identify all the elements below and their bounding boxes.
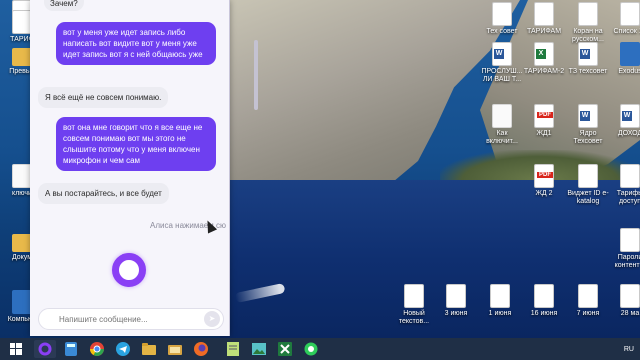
desktop-icon[interactable]: ДОХОД: [608, 104, 640, 138]
desktop-icon[interactable]: Тарифы доступ: [608, 164, 640, 206]
desktop-icon[interactable]: Тех совет: [480, 2, 524, 36]
alice-chat-panel: Зачем? вот у меня уже идет запись либо н…: [30, 0, 258, 336]
start-icon[interactable]: [2, 340, 30, 358]
doc-file-icon: [404, 284, 424, 308]
desktop-icon[interactable]: 1 июня: [478, 284, 522, 318]
language-indicator[interactable]: RU: [624, 346, 634, 353]
firefox-icon[interactable]: [190, 340, 212, 358]
doc-file-icon: [578, 2, 598, 26]
desktop-icon[interactable]: Виджет ID e-katalog: [566, 164, 610, 206]
desktop-icon-label: ЖД 2: [535, 190, 553, 197]
doc-file-icon: [620, 164, 640, 188]
desktop-icon[interactable]: 16 июня: [522, 284, 566, 318]
chat-message-partial: Зачем?: [44, 0, 84, 11]
system-tray: RU: [624, 346, 640, 353]
desktop-icon[interactable]: ТАРИФАМ-2: [522, 42, 566, 76]
desktop-icon-label: ключи: [12, 190, 32, 197]
desktop-icon[interactable]: Ядро Техсовет: [566, 104, 610, 146]
app-file-icon: [620, 42, 640, 66]
desktop-icon-label: ПРОСЛУШ... ЛИ ВАШ Т...: [481, 68, 523, 83]
white-file-icon: [492, 104, 512, 128]
desktop-icon-label: Новый текстов...: [398, 310, 430, 325]
word-file-icon: [620, 104, 640, 128]
alice-icon[interactable]: [34, 340, 56, 358]
desktop-icon-label: 28 ма: [620, 310, 640, 317]
desktop-icon-label: Как включит...: [486, 130, 518, 145]
desktop-icon[interactable]: Новый текстов...: [392, 284, 436, 326]
desktop-icon-label: Виджет ID e-katalog: [567, 190, 609, 205]
desktop-icon[interactable]: ТЗ техсовет: [566, 42, 610, 76]
doc-file-icon: [620, 284, 640, 308]
desktop-icon[interactable]: Пароли контент-с: [608, 228, 640, 270]
word-file-icon: [492, 42, 512, 66]
send-icon[interactable]: ➤: [204, 311, 220, 327]
desktop-icon[interactable]: Список 14: [608, 2, 640, 36]
chat-message-user: вот у меня уже идет запись либо написать…: [56, 22, 216, 65]
desktop-icon-label: ТЗ техсовет: [568, 68, 608, 75]
desktop-icon-label: 3 июня: [444, 310, 468, 317]
desktop-icon-label: Exodus: [618, 68, 640, 75]
doc-file-icon: [492, 2, 512, 26]
chrome-icon[interactable]: [86, 340, 108, 358]
desktop-icon-label: ТАРИФАМ-2: [523, 68, 565, 75]
desktop-icon-label: 7 июня: [576, 310, 600, 317]
message-input[interactable]: [39, 309, 194, 330]
chat-message-user: вот она мне говорит что я все еще не сов…: [56, 117, 216, 171]
desktop-icon-label: ТАРИФАМ: [526, 28, 562, 35]
notepad-icon[interactable]: [222, 340, 244, 358]
desktop-icon[interactable]: Как включит...: [480, 104, 524, 146]
alice-voice-button[interactable]: [112, 253, 146, 287]
folder-file-icon: [12, 234, 32, 252]
doc-file-icon: [578, 164, 598, 188]
excel-icon[interactable]: [274, 340, 296, 358]
desktop-icon-label: Тарифы доступ: [616, 190, 640, 205]
chat-scrollbar[interactable]: [254, 40, 258, 110]
white-file-icon: [12, 164, 32, 188]
word-file-icon: [578, 104, 598, 128]
desktop-icon-label: Тех совет: [486, 28, 518, 35]
desktop-icon-label: ЖД1: [536, 130, 552, 137]
telegram-icon[interactable]: [112, 340, 134, 358]
doc-file-icon: [534, 2, 554, 26]
app-file-icon: [12, 290, 32, 314]
desktop-icon-label: ДОХОД: [617, 130, 640, 137]
desktop-icon[interactable]: ЖД1: [522, 104, 566, 138]
desktop-icon-label: 1 июня: [488, 310, 512, 317]
image-viewer-icon[interactable]: [248, 340, 270, 358]
folder-icon[interactable]: [164, 340, 186, 358]
whatsapp-icon[interactable]: [300, 340, 322, 358]
word-file-icon: [578, 42, 598, 66]
taskbar: RU: [0, 338, 640, 360]
doc-file-icon: [490, 284, 510, 308]
doc-file-icon: [534, 284, 554, 308]
desktop-icon[interactable]: 28 ма: [608, 284, 640, 318]
desktop-icon[interactable]: ЖД 2: [522, 164, 566, 198]
doc-file-icon: [446, 284, 466, 308]
desktop-icon[interactable]: Exodus: [608, 42, 640, 76]
desktop-icon[interactable]: Коран на русском...: [566, 2, 610, 44]
desktop-icon[interactable]: ТАРИФАМ: [522, 2, 566, 36]
calculator-icon[interactable]: [60, 340, 82, 358]
desktop-icon-label: Ядро Техсовет: [573, 130, 603, 145]
desktop-icon[interactable]: 7 июня: [566, 284, 610, 318]
chat-message-alice: А вы постарайтесь, и все будет: [38, 183, 169, 204]
xls-file-icon: [534, 42, 554, 66]
desktop-icon-label: Список 14: [613, 28, 640, 35]
desktop-icon-label: Пароли контент-с: [614, 254, 640, 269]
message-input-bar: ➤: [38, 308, 224, 330]
pdf-file-icon: [534, 104, 554, 128]
desktop-icon-label: 16 июня: [530, 310, 558, 317]
desktop-icon[interactable]: ПРОСЛУШ... ЛИ ВАШ Т...: [480, 42, 524, 84]
folder-file-icon: [12, 48, 32, 66]
doc-file-icon: [620, 2, 640, 26]
doc-file-icon: [12, 10, 32, 34]
pdf-file-icon: [534, 164, 554, 188]
doc-file-icon: [620, 228, 640, 252]
doc-file-icon: [578, 284, 598, 308]
explorer-icon[interactable]: [138, 340, 160, 358]
desktop-icon[interactable]: 3 июня: [434, 284, 478, 318]
chat-message-alice: Я всё ещё не совсем понимаю.: [38, 87, 169, 108]
